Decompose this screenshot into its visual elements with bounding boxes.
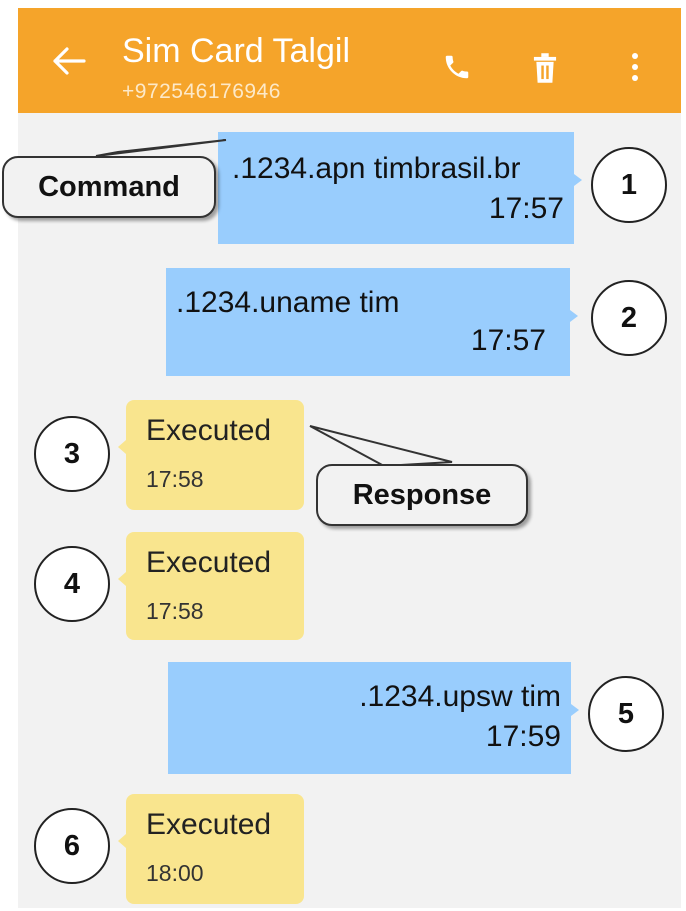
response-leader bbox=[309, 425, 453, 468]
response-callout: Response bbox=[316, 464, 528, 526]
command-leader bbox=[95, 139, 227, 157]
command-callout: Command bbox=[2, 156, 216, 218]
callout-leaders bbox=[95, 139, 453, 468]
